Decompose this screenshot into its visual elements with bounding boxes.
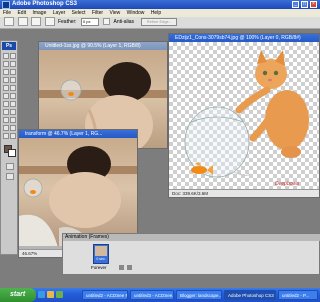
menu-filter[interactable]: Filter bbox=[92, 10, 103, 16]
document-title-woman: Untitled-1ss.jpg @ 90.5% (Layer 1, RGB/8… bbox=[39, 42, 167, 50]
shape-tool-icon[interactable] bbox=[10, 117, 16, 123]
animation-frame-1[interactable]: 0 sec. bbox=[93, 244, 109, 264]
hand-tool-icon[interactable] bbox=[3, 133, 9, 139]
quick-launch-media-icon[interactable] bbox=[56, 291, 63, 298]
quick-launch-folder-icon[interactable] bbox=[47, 291, 54, 298]
menu-window[interactable]: Window bbox=[127, 10, 145, 16]
cat-eye-left bbox=[262, 70, 268, 76]
refine-edge-button[interactable]: Refine Edge... bbox=[141, 17, 178, 26]
transform-fishbowl bbox=[23, 178, 43, 198]
goldfish-body bbox=[191, 166, 207, 174]
first-frame-button[interactable] bbox=[119, 265, 124, 270]
document-status-bar: Doc: 339.6K/3.6M bbox=[169, 189, 319, 197]
frame-delay: 0 sec. bbox=[96, 257, 106, 261]
add-selection-button[interactable] bbox=[31, 17, 42, 27]
taskbar-item-acdsee-2[interactable]: untitled3 - ACDSee... bbox=[130, 290, 174, 300]
taskbar-item-blogger[interactable]: Blogger: landscape... bbox=[176, 290, 222, 300]
options-bar: Feather: 0 px Anti-alias Refine Edge... bbox=[0, 17, 320, 29]
slice-tool-icon[interactable] bbox=[10, 69, 16, 75]
brush-tool-icon[interactable] bbox=[10, 77, 16, 83]
app-title-bar: Adobe Photoshop CS3 _ □ × bbox=[0, 0, 320, 9]
fishbowl-shape bbox=[184, 106, 250, 178]
marquee-tool-icon[interactable] bbox=[10, 53, 16, 59]
menu-select[interactable]: Select bbox=[72, 10, 86, 16]
menu-help[interactable]: Help bbox=[151, 10, 161, 16]
cat-paw-left bbox=[235, 86, 271, 114]
document-title-cat: EDzijz1_Cons-3079sb74.jpg @ 100% (Layer … bbox=[169, 34, 319, 42]
history-brush-tool-icon[interactable] bbox=[10, 85, 16, 91]
cat-eye-right bbox=[273, 70, 279, 76]
cat-ear-left bbox=[257, 50, 267, 64]
photoshop-icon bbox=[2, 1, 10, 9]
crop-tool-icon[interactable] bbox=[3, 69, 9, 75]
table-edge bbox=[39, 90, 167, 98]
feather-input[interactable]: 0 px bbox=[80, 17, 99, 26]
antialias-label: Anti-alias bbox=[113, 19, 135, 25]
eyedropper-tool-icon[interactable] bbox=[10, 125, 16, 131]
taskbar-item-photoshop[interactable]: Adobe Photoshop CS3 bbox=[224, 290, 276, 300]
menu-view[interactable]: View bbox=[109, 10, 120, 16]
goldfish-small bbox=[68, 92, 74, 96]
antialias-checkbox[interactable] bbox=[103, 18, 111, 26]
canvas-transparent[interactable]: Deepbowa bbox=[169, 42, 319, 191]
animation-panel[interactable]: Animation (Frames) 0 sec. Forever bbox=[62, 233, 320, 275]
menu-image[interactable]: Image bbox=[32, 10, 46, 16]
minimize-button[interactable]: _ bbox=[292, 1, 299, 8]
feather-value: 0 px bbox=[82, 18, 91, 24]
document-window-cat[interactable]: EDzijz1_Cons-3079sb74.jpg @ 100% (Layer … bbox=[168, 33, 320, 198]
toolbox: Ps bbox=[0, 40, 18, 255]
gradient-tool-icon[interactable] bbox=[10, 93, 16, 99]
windows-taskbar: start untitled2 - ACDSee P... untitled3 … bbox=[0, 288, 320, 302]
cat-hind-leg bbox=[281, 146, 301, 158]
start-button[interactable]: start bbox=[0, 288, 36, 302]
zoom-tool-icon[interactable] bbox=[10, 133, 16, 139]
transform-back bbox=[49, 172, 121, 228]
toolbox-header: Ps bbox=[2, 42, 16, 50]
taskbar-item-untitled2[interactable]: untitled2 - P... bbox=[278, 290, 318, 300]
quick-mask-icon[interactable] bbox=[6, 163, 14, 170]
healing-brush-tool-icon[interactable] bbox=[3, 77, 9, 83]
menu-file[interactable]: File bbox=[3, 10, 11, 16]
type-tool-icon[interactable] bbox=[10, 109, 16, 115]
cat-artwork bbox=[184, 50, 309, 178]
menu-bar: File Edit Image Layer Select Filter View… bbox=[0, 9, 320, 17]
notes-tool-icon[interactable] bbox=[3, 125, 9, 131]
menu-layer[interactable]: Layer bbox=[53, 10, 66, 16]
subtract-selection-button[interactable] bbox=[44, 17, 55, 27]
watermark-text: Deepbowa bbox=[275, 181, 299, 187]
move-tool-icon[interactable] bbox=[3, 53, 9, 59]
close-button[interactable]: × bbox=[310, 1, 317, 8]
dodge-tool-icon[interactable] bbox=[10, 101, 16, 107]
background-color-swatch[interactable] bbox=[8, 149, 16, 157]
lasso-tool-icon[interactable] bbox=[3, 61, 9, 67]
blur-tool-icon[interactable] bbox=[3, 101, 9, 107]
play-button[interactable] bbox=[127, 265, 132, 270]
animation-panel-title: Animation (Frames) bbox=[65, 234, 109, 240]
clone-stamp-tool-icon[interactable] bbox=[3, 85, 9, 91]
magic-wand-tool-icon[interactable] bbox=[10, 61, 16, 67]
animation-panel-header: Animation (Frames) bbox=[63, 234, 320, 241]
transform-zoom: 46.67% bbox=[22, 251, 38, 256]
doc-size: Doc: 339.6K/3.6M bbox=[172, 191, 209, 196]
taskbar-item-acdsee-1[interactable]: untitled2 - ACDSee P... bbox=[82, 290, 128, 300]
eraser-tool-icon[interactable] bbox=[3, 93, 9, 99]
path-selection-tool-icon[interactable] bbox=[3, 117, 9, 123]
screen-mode-icon[interactable] bbox=[6, 173, 14, 180]
frame-thumbnail bbox=[95, 246, 107, 256]
menu-edit[interactable]: Edit bbox=[17, 10, 26, 16]
quick-launch-ie-icon[interactable] bbox=[38, 291, 45, 298]
fishbowl-small bbox=[60, 79, 82, 101]
pen-tool-icon[interactable] bbox=[3, 109, 9, 115]
feather-label: Feather: bbox=[57, 19, 77, 25]
new-selection-button[interactable] bbox=[17, 17, 28, 27]
marquee-tool-preset-button[interactable] bbox=[4, 17, 15, 27]
app-title: Adobe Photoshop CS3 bbox=[12, 1, 77, 7]
loop-option[interactable]: Forever bbox=[91, 265, 107, 270]
transform-goldfish bbox=[30, 190, 36, 194]
document-title-transform: transform @ 46.7% (Layer 1, RG... bbox=[19, 130, 137, 138]
cat-nose bbox=[268, 78, 272, 82]
maximize-button[interactable]: □ bbox=[301, 1, 308, 8]
